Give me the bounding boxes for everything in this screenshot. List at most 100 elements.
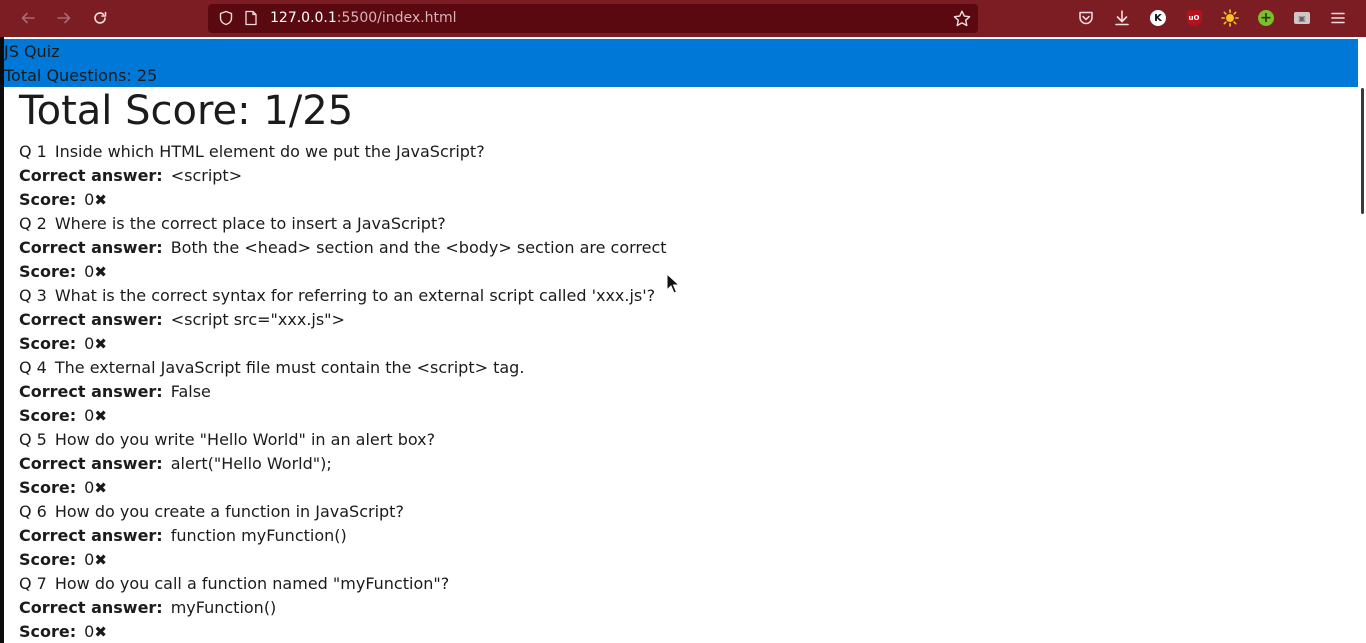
download-icon: [1115, 10, 1129, 26]
score-value: 0: [84, 262, 95, 281]
question-number: Q 3: [19, 286, 47, 305]
dark-reader-button[interactable]: [1221, 9, 1239, 27]
page-icon: [245, 10, 257, 26]
wrong-x-icon: ✖: [94, 623, 107, 641]
score-label: Score:: [19, 262, 77, 281]
wrong-x-icon: ✖: [94, 191, 107, 209]
correct-answer-line: Correct answer: Both the <head> section a…: [19, 236, 1339, 260]
question-line: Q 7 How do you call a function named "myF…: [19, 572, 1339, 596]
downloads-button[interactable]: [1113, 9, 1131, 27]
question-number: Q 1: [19, 142, 47, 161]
score-value: 0: [84, 550, 95, 569]
gray-addon-icon: ▣: [1294, 12, 1310, 24]
account-icon: K: [1150, 10, 1166, 26]
green-addon-button[interactable]: +: [1257, 9, 1275, 27]
wrong-x-icon: ✖: [94, 407, 107, 425]
score-line: Score: 0✖: [19, 404, 1339, 428]
correct-answer-label: Correct answer:: [19, 382, 163, 401]
back-button[interactable]: [14, 6, 42, 30]
dark-reader-icon: [1221, 9, 1239, 27]
app-title: JS Quiz: [4, 42, 60, 61]
reload-button[interactable]: [86, 6, 114, 30]
score-label: Score:: [19, 334, 77, 353]
score-line: Score: 0✖: [19, 548, 1339, 572]
mouse-cursor-icon: [666, 273, 680, 294]
question-result: Q 5 How do you write "Hello World" in an …: [19, 428, 1339, 500]
bookmark-star-icon[interactable]: [952, 9, 972, 29]
question-result: Q 6 How do you create a function in JavaS…: [19, 500, 1339, 572]
gray-addon-button[interactable]: ▣: [1293, 9, 1311, 27]
correct-answer-line: Correct answer: <script>: [19, 164, 1339, 188]
question-number: Q 4: [19, 358, 47, 377]
correct-answer-label: Correct answer:: [19, 238, 163, 257]
pocket-icon: [1079, 11, 1093, 25]
account-button[interactable]: K: [1149, 9, 1167, 27]
question-result: Q 4 The external JavaScript file must con…: [19, 356, 1339, 428]
green-addon-icon: +: [1258, 10, 1274, 26]
question-text: How do you call a function named "myFunc…: [54, 574, 450, 593]
score-value: 0: [84, 478, 95, 497]
correct-answer-line: Correct answer: <script src="xxx.js">: [19, 308, 1339, 332]
forward-button[interactable]: [50, 6, 78, 30]
wrong-x-icon: ✖: [94, 335, 107, 353]
question-number: Q 6: [19, 502, 47, 521]
correct-answer-line: Correct answer: alert("Hello World");: [19, 452, 1339, 476]
correct-answer-value: myFunction(): [170, 598, 277, 617]
scrollbar-thumb[interactable]: [1361, 88, 1364, 214]
correct-answer-label: Correct answer:: [19, 166, 163, 185]
question-line: Q 6 How do you create a function in JavaS…: [19, 500, 1339, 524]
correct-answer-value: False: [170, 382, 211, 401]
hamburger-menu-icon: [1331, 12, 1345, 24]
question-line: Q 4 The external JavaScript file must con…: [19, 356, 1339, 380]
score-label: Score:: [19, 406, 77, 425]
question-number: Q 2: [19, 214, 47, 233]
question-text: How do you create a function in JavaScri…: [54, 502, 404, 521]
correct-answer-line: Correct answer: False: [19, 380, 1339, 404]
url-host: 127.0.0.1: [270, 10, 337, 26]
browser-toolbar: 127.0.0.1:5500/index.html K uO + ▣: [0, 0, 1366, 37]
correct-answer-label: Correct answer:: [19, 454, 163, 473]
score-line: Score: 0✖: [19, 620, 1339, 643]
correct-answer-label: Correct answer:: [19, 598, 163, 617]
score-value: 0: [84, 334, 95, 353]
ublock-button[interactable]: uO: [1185, 9, 1203, 27]
back-arrow-icon: [21, 12, 35, 24]
page-content: JS Quiz Total Questions: 25 Total Score:…: [0, 37, 1366, 643]
pocket-button[interactable]: [1077, 9, 1095, 27]
score-label: Score:: [19, 550, 77, 569]
score-label: Score:: [19, 622, 77, 641]
score-line: Score: 0✖: [19, 332, 1339, 356]
question-line: Q 5 How do you write "Hello World" in an …: [19, 428, 1339, 452]
correct-answer-value: Both the <head> section and the <body> s…: [170, 238, 667, 257]
wrong-x-icon: ✖: [94, 263, 107, 281]
menu-button[interactable]: [1329, 9, 1347, 27]
question-result: Q 1 Inside which HTML element do we put t…: [19, 140, 1339, 212]
score-label: Score:: [19, 478, 77, 497]
score-value: 0: [84, 190, 95, 209]
question-text: What is the correct syntax for referring…: [54, 286, 656, 305]
score-value: 0: [84, 622, 95, 641]
url-bar[interactable]: 127.0.0.1:5500/index.html: [208, 4, 978, 33]
correct-answer-value: <script>: [170, 166, 243, 185]
total-score-heading: Total Score: 1/25: [19, 88, 354, 134]
question-number: Q 5: [19, 430, 47, 449]
wrong-x-icon: ✖: [94, 479, 107, 497]
score-line: Score: 0✖: [19, 188, 1339, 212]
url-path: :5500/index.html: [336, 10, 457, 26]
question-text: Where is the correct place to insert a J…: [54, 214, 446, 233]
correct-answer-line: Correct answer: function myFunction(): [19, 524, 1339, 548]
window-edge: [0, 37, 4, 643]
question-result: Q 7 How do you call a function named "myF…: [19, 572, 1339, 643]
question-line: Q 1 Inside which HTML element do we put t…: [19, 140, 1339, 164]
correct-answer-label: Correct answer:: [19, 526, 163, 545]
results-list: Q 1 Inside which HTML element do we put t…: [19, 140, 1339, 643]
total-questions: Total Questions: 25: [4, 66, 158, 85]
shield-icon[interactable]: [218, 10, 234, 26]
question-number: Q 7: [19, 574, 47, 593]
url-text[interactable]: 127.0.0.1:5500/index.html: [270, 4, 457, 33]
question-text: Inside which HTML element do we put the …: [54, 142, 485, 161]
app-header: JS Quiz Total Questions: 25: [4, 39, 1358, 87]
question-text: The external JavaScript file must contai…: [54, 358, 525, 377]
forward-arrow-icon: [57, 12, 71, 24]
ublock-icon: uO: [1186, 10, 1202, 26]
